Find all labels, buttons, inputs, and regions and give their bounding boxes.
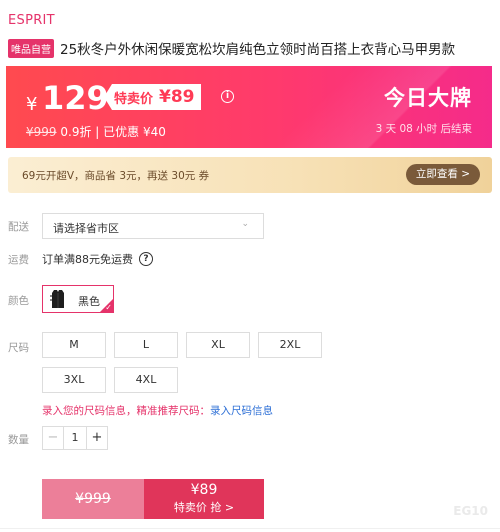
brand-name[interactable]: ESPRIT bbox=[8, 13, 55, 28]
chevron-down-icon: ⌄ bbox=[241, 219, 249, 229]
quantity-stepper[interactable]: − 1 + bbox=[42, 426, 108, 450]
region-select-value: 请选择省市区 bbox=[53, 222, 119, 235]
vip-self-operated-tag: 唯品自营 bbox=[8, 38, 54, 58]
bottom-divider bbox=[0, 528, 500, 529]
decrement-button[interactable]: − bbox=[43, 427, 63, 449]
size-option-xl[interactable]: XL bbox=[186, 332, 250, 358]
view-now-button[interactable]: 立即查看 > bbox=[405, 164, 480, 185]
shipping-label: 运费 bbox=[8, 254, 29, 266]
original-price-button[interactable]: ¥999 bbox=[42, 479, 144, 519]
color-option-label: 黑色 bbox=[78, 295, 100, 308]
special-price-label: 特卖价 bbox=[114, 91, 154, 107]
product-title-row: 唯品自营 25秋冬户外休闲保暖宽松坎肩纯色立领时尚百搭上衣背心马甲男款 bbox=[8, 38, 498, 58]
region-select[interactable]: 请选择省市区 ⌄ bbox=[42, 213, 264, 239]
size-option-l[interactable]: L bbox=[114, 332, 178, 358]
size-option-m[interactable]: M bbox=[42, 332, 106, 358]
help-icon[interactable]: ? bbox=[139, 252, 153, 266]
shipping-info: 订单满88元免运费 ? bbox=[42, 251, 153, 267]
buy-price: ¥89 bbox=[190, 482, 218, 498]
price-banner: ¥ 129 特卖价 ¥89 i ¥999 0.9折 | 已优惠 ¥40 今日大牌… bbox=[6, 66, 492, 148]
countdown-timer: 3 天 08 小时 后结束 bbox=[375, 123, 472, 135]
super-vip-strip[interactable]: 69元开超V，商品省 3元，再送 30元 券 立即查看 > bbox=[8, 157, 492, 193]
original-price: ¥999 bbox=[26, 125, 57, 139]
size-hint-text: 录入您的尺码信息，精准推荐尺码： bbox=[42, 405, 210, 417]
product-title: 25秋冬户外休闲保暖宽松坎肩纯色立领时尚百搭上衣背心马甲男款 bbox=[60, 42, 456, 58]
corner-logo: EG10 bbox=[453, 504, 488, 518]
buy-original-price: ¥999 bbox=[75, 491, 111, 507]
super-vip-offer-text: 69元开超V，商品省 3元，再送 30元 券 bbox=[22, 170, 210, 182]
current-price: 129 bbox=[42, 79, 109, 117]
color-label: 颜色 bbox=[8, 295, 29, 307]
size-option-3xl[interactable]: 3XL bbox=[42, 367, 106, 393]
enter-size-link[interactable]: 录入尺码信息 bbox=[210, 405, 273, 417]
size-hint: 录入您的尺码信息，精准推荐尺码：录入尺码信息 bbox=[42, 403, 273, 418]
price-detail-line: ¥999 0.9折 | 已优惠 ¥40 bbox=[26, 123, 166, 140]
info-icon[interactable]: i bbox=[221, 90, 234, 103]
buy-label: 特卖价 抢 > bbox=[173, 501, 235, 514]
quantity-label: 数量 bbox=[8, 434, 29, 446]
size-option-4xl[interactable]: 4XL bbox=[114, 367, 178, 393]
discount-rate: 0.9折 bbox=[60, 125, 92, 139]
currency-symbol: ¥ bbox=[26, 94, 38, 115]
color-option-black[interactable]: 黑色 ✓ bbox=[42, 285, 114, 313]
buy-now-button[interactable]: ¥89 特卖价 抢 > bbox=[144, 479, 264, 519]
saved-amount: 已优惠 ¥40 bbox=[103, 125, 166, 139]
today-big-brand-label: 今日大牌 bbox=[384, 86, 472, 110]
shipping-text: 订单满88元免运费 bbox=[42, 253, 133, 266]
tag-arrow bbox=[104, 84, 112, 110]
increment-button[interactable]: + bbox=[87, 427, 107, 449]
size-option-2xl[interactable]: 2XL bbox=[258, 332, 322, 358]
size-label: 尺码 bbox=[8, 342, 29, 354]
divider: | bbox=[95, 125, 104, 139]
special-price-value: ¥89 bbox=[159, 87, 195, 107]
special-price-tag: 特卖价 ¥89 bbox=[104, 84, 201, 110]
delivery-label: 配送 bbox=[8, 221, 29, 233]
check-icon: ✓ bbox=[105, 303, 112, 312]
quantity-value[interactable]: 1 bbox=[63, 427, 87, 449]
vest-thumbnail-icon bbox=[50, 290, 64, 308]
special-price-box: 特卖价 ¥89 bbox=[112, 84, 201, 110]
